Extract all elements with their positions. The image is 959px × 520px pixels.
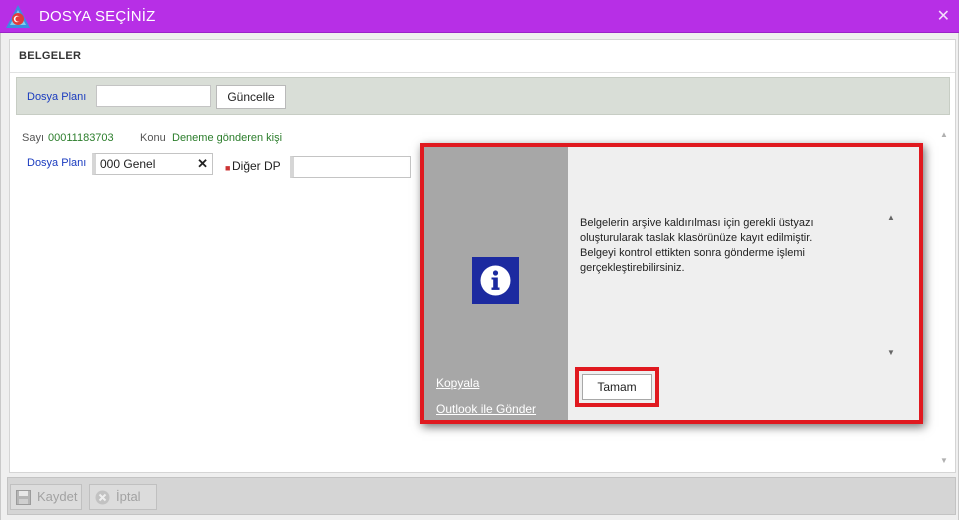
dialog-sidebar: Kopyala Outlook ile Gönder <box>424 147 568 420</box>
dosya-plani-value: 000 Genel <box>100 157 156 171</box>
info-dialog: Kopyala Outlook ile Gönder Belgelerin ar… <box>420 143 923 424</box>
message-scrollbar[interactable]: ▲ ▼ <box>884 213 897 361</box>
kaydet-label: Kaydet <box>37 489 78 504</box>
save-icon <box>16 490 31 505</box>
diger-dp-label: Diğer DP <box>232 159 281 173</box>
scroll-down-icon[interactable]: ▼ <box>887 348 895 357</box>
message-line: gerçekleştirebilirsiniz. <box>580 262 685 274</box>
diger-dp-input[interactable] <box>290 156 411 178</box>
dosya-plani-field[interactable]: 000 Genel ✕ <box>92 153 213 175</box>
kopyala-link[interactable]: Kopyala <box>436 376 479 390</box>
konu-value: Deneme gönderen kişi <box>172 132 283 144</box>
cancel-icon <box>95 490 110 505</box>
iptal-label: İptal <box>116 489 141 504</box>
iptal-button[interactable]: İptal <box>89 484 157 510</box>
info-icon <box>472 257 519 304</box>
scroll-down-icon[interactable]: ▼ <box>940 456 948 465</box>
outlook-send-link[interactable]: Outlook ile Gönder <box>436 402 536 416</box>
kaydet-button[interactable]: Kaydet <box>10 484 82 510</box>
dialog-message: Belgelerin arşive kaldırılması için gere… <box>580 216 880 276</box>
panel-title: BELGELER <box>10 40 955 73</box>
required-marker-icon: ■ <box>225 163 231 173</box>
message-line: Belgeyi kontrol ettikten sonra gönderme … <box>580 247 806 259</box>
scroll-up-icon[interactable]: ▲ <box>940 130 948 139</box>
title-bar: DOSYA SEÇİNİZ ✕ <box>0 0 959 33</box>
konu-label: Konu <box>140 132 166 144</box>
dosya-plani-label: Dosya Planı <box>27 157 87 169</box>
filter-bar: Dosya Planı Güncelle <box>16 77 950 115</box>
tamam-highlight: Tamam <box>575 367 659 407</box>
sayi-label: Sayı <box>22 132 45 144</box>
message-line: Belgelerin arşive kaldırılması için gere… <box>580 217 814 229</box>
app-logo-icon <box>6 5 30 28</box>
guncelle-button[interactable]: Güncelle <box>216 85 286 109</box>
sayi-value: 00011183703 <box>48 132 114 144</box>
message-line: oluşturularak taslak klasörünüze kayıt e… <box>580 232 813 244</box>
window-title: DOSYA SEÇİNİZ <box>39 8 156 25</box>
clear-icon[interactable]: ✕ <box>197 156 208 172</box>
close-icon[interactable]: ✕ <box>937 6 950 26</box>
tamam-button[interactable]: Tamam <box>582 374 652 400</box>
dosya-plani-filter-input[interactable] <box>96 85 211 107</box>
dosya-plani-filter-label: Dosya Planı <box>27 91 87 103</box>
scroll-up-icon[interactable]: ▲ <box>887 213 895 222</box>
footer-toolbar: Kaydet İptal <box>7 477 956 515</box>
